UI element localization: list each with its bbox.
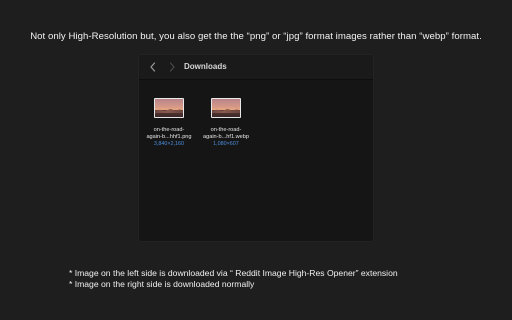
file-dimensions: 3,840×2,160: [153, 141, 185, 147]
file-name-line: on-the-road-: [153, 127, 185, 133]
file-item-png[interactable]: on-the-road- again-b...hhf1.png 3,840×2,…: [143, 98, 195, 148]
file-name-line: again-b...hhf1.png: [146, 134, 192, 140]
file-name-line: again-b...hf1.webp: [202, 134, 250, 140]
file-name: on-the-road- again-b...hhf1.png: [143, 127, 195, 141]
file-browser-toolbar: Downloads: [139, 55, 373, 80]
back-button[interactable]: [146, 60, 160, 74]
image-thumbnail-icon: [211, 98, 241, 118]
footnotes: * Image on the left side is downloaded v…: [69, 268, 398, 290]
headline: Not only High-Resolution but, you also g…: [30, 31, 482, 42]
file-item-webp[interactable]: on-the-road- again-b...hf1.webp 1,080×60…: [200, 98, 252, 148]
chevron-left-icon: [150, 62, 156, 72]
file-browser-window: Downloads on-the-road- again-b...hhf1.pn…: [138, 54, 374, 242]
promo-screenshot: Not only High-Resolution but, you also g…: [0, 0, 512, 320]
image-thumbnail-icon: [154, 98, 184, 118]
file-name: on-the-road- again-b...hf1.webp: [200, 127, 252, 141]
forward-button[interactable]: [165, 60, 179, 74]
file-dimensions: 1,080×607: [213, 141, 239, 147]
file-name-line: on-the-road-: [210, 127, 242, 133]
footnote-right-image: * Image on the right side is downloaded …: [69, 279, 255, 289]
folder-title: Downloads: [184, 62, 227, 71]
chevron-right-icon: [169, 62, 175, 72]
footnote-left-image: * Image on the left side is downloaded v…: [69, 268, 398, 278]
